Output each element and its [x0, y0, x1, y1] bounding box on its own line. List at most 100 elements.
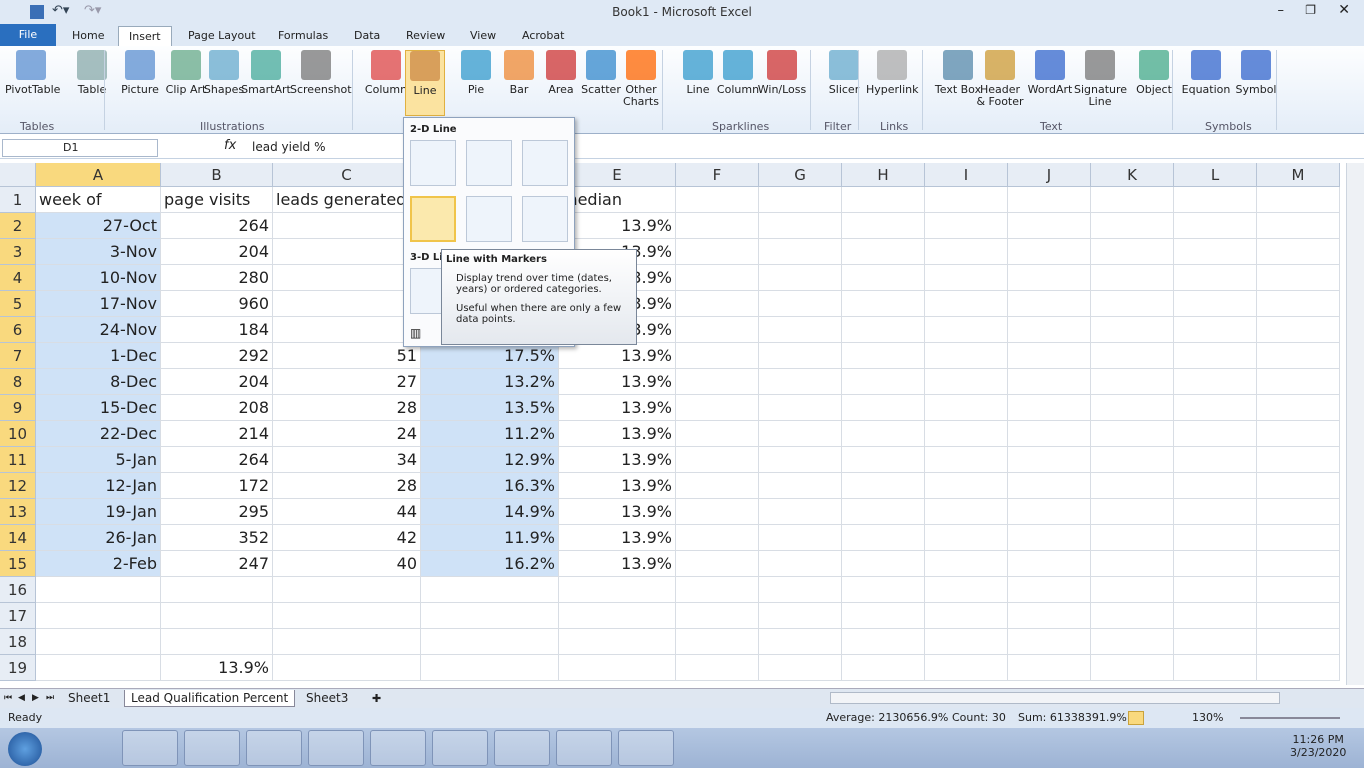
cell-K3[interactable]: [1091, 239, 1174, 265]
cell-G13[interactable]: [759, 499, 842, 525]
cell-C13[interactable]: 44: [273, 499, 421, 525]
cell-K10[interactable]: [1091, 421, 1174, 447]
cell-L3[interactable]: [1174, 239, 1257, 265]
cell-C18[interactable]: [273, 629, 421, 655]
cell-G5[interactable]: [759, 291, 842, 317]
row-header[interactable]: 9: [0, 395, 36, 421]
cell-L15[interactable]: [1174, 551, 1257, 577]
row-header[interactable]: 2: [0, 213, 36, 239]
cell-I14[interactable]: [925, 525, 1008, 551]
cell-A9[interactable]: 15-Dec: [36, 395, 161, 421]
cell-I10[interactable]: [925, 421, 1008, 447]
cell-D8[interactable]: 13.2%: [421, 369, 559, 395]
cell-H16[interactable]: [842, 577, 925, 603]
column-header-F[interactable]: F: [676, 163, 759, 187]
cell-M3[interactable]: [1257, 239, 1340, 265]
cell-A16[interactable]: [36, 577, 161, 603]
cell-A6[interactable]: 24-Nov: [36, 317, 161, 343]
sheet-nav-icon[interactable]: ⏭: [46, 690, 54, 707]
cell-E10[interactable]: 13.9%: [559, 421, 676, 447]
row-header[interactable]: 13: [0, 499, 36, 525]
cell-L1[interactable]: [1174, 187, 1257, 213]
cell-B6[interactable]: 184: [161, 317, 273, 343]
cell-B3[interactable]: 204: [161, 239, 273, 265]
cell-E16[interactable]: [559, 577, 676, 603]
cell-G1[interactable]: [759, 187, 842, 213]
cell-J2[interactable]: [1008, 213, 1091, 239]
cell-C17[interactable]: [273, 603, 421, 629]
cell-I18[interactable]: [925, 629, 1008, 655]
cell-M1[interactable]: [1257, 187, 1340, 213]
tab-formulas[interactable]: Formulas: [268, 26, 338, 46]
cell-M7[interactable]: [1257, 343, 1340, 369]
cell-G12[interactable]: [759, 473, 842, 499]
cell-K18[interactable]: [1091, 629, 1174, 655]
cell-K5[interactable]: [1091, 291, 1174, 317]
cell-M4[interactable]: [1257, 265, 1340, 291]
cell-I8[interactable]: [925, 369, 1008, 395]
cell-F13[interactable]: [676, 499, 759, 525]
cell-E2[interactable]: 13.9%: [559, 213, 676, 239]
cell-E7[interactable]: 13.9%: [559, 343, 676, 369]
cell-B17[interactable]: [161, 603, 273, 629]
cell-L16[interactable]: [1174, 577, 1257, 603]
cell-J8[interactable]: [1008, 369, 1091, 395]
cell-J18[interactable]: [1008, 629, 1091, 655]
cell-F8[interactable]: [676, 369, 759, 395]
tab-view[interactable]: View: [460, 26, 506, 46]
cell-G11[interactable]: [759, 447, 842, 473]
cell-B14[interactable]: 352: [161, 525, 273, 551]
cell-L17[interactable]: [1174, 603, 1257, 629]
cell-F2[interactable]: [676, 213, 759, 239]
cell-H15[interactable]: [842, 551, 925, 577]
cell-F18[interactable]: [676, 629, 759, 655]
cell-C12[interactable]: 28: [273, 473, 421, 499]
explorer-taskbar-icon[interactable]: [246, 730, 302, 766]
word-taskbar-icon[interactable]: [432, 730, 488, 766]
cell-G10[interactable]: [759, 421, 842, 447]
cell-H13[interactable]: [842, 499, 925, 525]
cell-E17[interactable]: [559, 603, 676, 629]
cell-I16[interactable]: [925, 577, 1008, 603]
row-header[interactable]: 11: [0, 447, 36, 473]
cell-M2[interactable]: [1257, 213, 1340, 239]
cell-K7[interactable]: [1091, 343, 1174, 369]
cell-H9[interactable]: [842, 395, 925, 421]
cell-K2[interactable]: [1091, 213, 1174, 239]
cell-B2[interactable]: 264: [161, 213, 273, 239]
ribbon-button-smartart[interactable]: SmartArt: [240, 50, 292, 96]
cell-I7[interactable]: [925, 343, 1008, 369]
row-header[interactable]: 1: [0, 187, 36, 213]
cell-J13[interactable]: [1008, 499, 1091, 525]
cell-M17[interactable]: [1257, 603, 1340, 629]
cell-L13[interactable]: [1174, 499, 1257, 525]
cell-F10[interactable]: [676, 421, 759, 447]
cell-F19[interactable]: [676, 655, 759, 681]
cell-F16[interactable]: [676, 577, 759, 603]
cell-K11[interactable]: [1091, 447, 1174, 473]
ribbon-button-picture[interactable]: Picture: [114, 50, 166, 96]
cell-H5[interactable]: [842, 291, 925, 317]
cell-E9[interactable]: 13.9%: [559, 395, 676, 421]
insert-function-button[interactable]: fx: [224, 138, 236, 153]
cell-A12[interactable]: 12-Jan: [36, 473, 161, 499]
cmd-taskbar-icon[interactable]: [308, 730, 364, 766]
cell-A2[interactable]: 27-Oct: [36, 213, 161, 239]
cell-K16[interactable]: [1091, 577, 1174, 603]
start-button[interactable]: [8, 732, 42, 766]
cell-L19[interactable]: [1174, 655, 1257, 681]
restore-button[interactable]: ❐: [1305, 3, 1316, 17]
cell-M16[interactable]: [1257, 577, 1340, 603]
minimize-button[interactable]: –: [1278, 3, 1285, 18]
cell-A10[interactable]: 22-Dec: [36, 421, 161, 447]
cell-F11[interactable]: [676, 447, 759, 473]
cell-A7[interactable]: 1-Dec: [36, 343, 161, 369]
column-header-H[interactable]: H: [842, 163, 925, 187]
cell-A5[interactable]: 17-Nov: [36, 291, 161, 317]
cell-J3[interactable]: [1008, 239, 1091, 265]
ribbon-button-pivottable[interactable]: PivotTable: [5, 50, 60, 96]
select-all-button[interactable]: [0, 163, 36, 187]
sheet-tab[interactable]: Sheet3: [300, 690, 354, 707]
cell-C2[interactable]: [273, 213, 421, 239]
calculator-taskbar-icon[interactable]: [618, 730, 674, 766]
